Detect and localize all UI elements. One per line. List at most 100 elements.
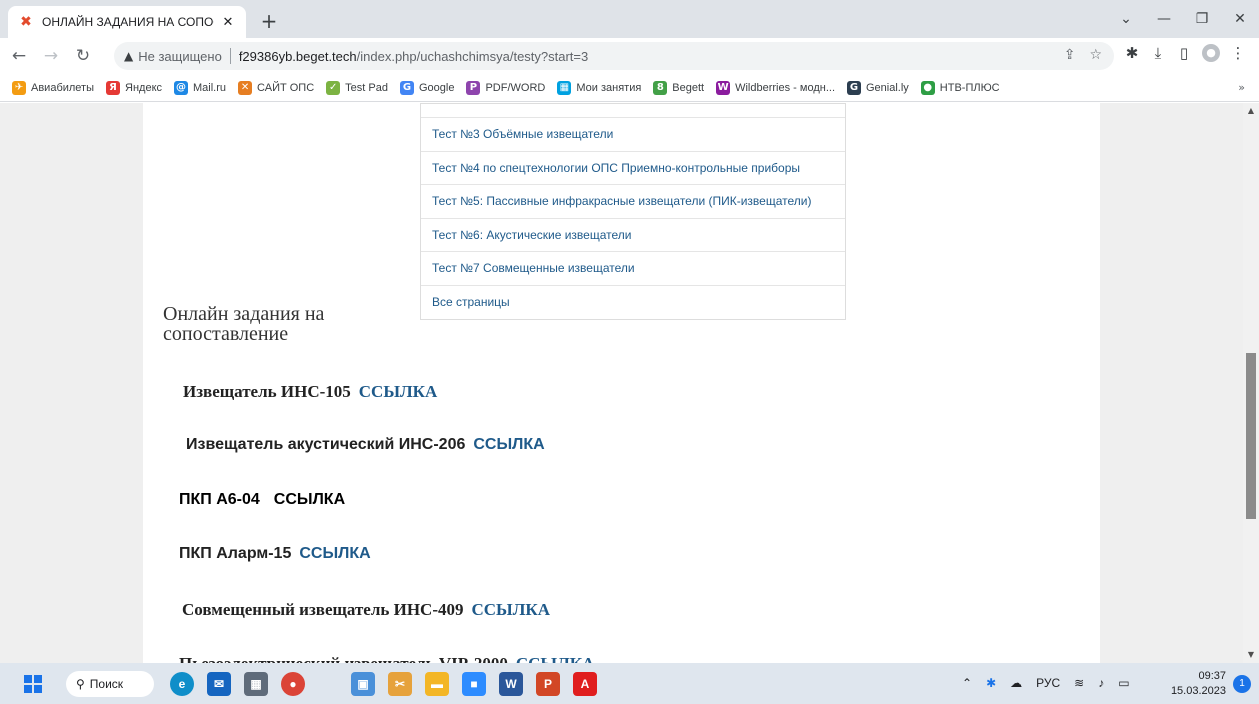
task-link[interactable]: ССЫЛКА <box>359 382 438 401</box>
tab-close-icon[interactable]: ✕ <box>220 15 236 30</box>
task-link[interactable]: ССЫЛКА <box>274 491 345 508</box>
word-icon[interactable]: W <box>499 672 523 696</box>
menu-item-test-6[interactable]: Тест №6: Акустические извещатели <box>421 219 845 252</box>
language-indicator[interactable]: РУС <box>1036 676 1060 690</box>
forward-arrow-icon[interactable]: → <box>38 43 64 69</box>
bookmark-label: PDF/WORD <box>485 81 546 94</box>
menu-kebab-icon[interactable]: ⋮ <box>1230 44 1246 62</box>
calculator-icon[interactable]: ▦ <box>244 672 268 696</box>
toolbar-icons: ✱ ⤓ ▯ ● ⋮ <box>1124 44 1246 62</box>
task-name: ПКП А6-04 <box>179 491 260 508</box>
menu-item-test-7[interactable]: Тест №7 Совмещенные извещатели <box>421 252 845 286</box>
bookmark-star-icon[interactable]: ☆ <box>1089 47 1102 63</box>
vertical-scrollbar[interactable]: ▲ ▼ <box>1243 103 1259 663</box>
address-bar[interactable]: ▲ Не защищено f29386yb.beget.tech /index… <box>114 42 1114 70</box>
menu-item-all-pages[interactable]: Все страницы <box>421 286 845 320</box>
scroll-up-arrow-icon[interactable]: ▲ <box>1243 103 1259 119</box>
close-window-icon[interactable]: ✕ <box>1221 0 1259 38</box>
menu-item-test-3[interactable]: Тест №3 Объёмные извещатели <box>421 118 845 152</box>
bookmark-label: САЙТ ОПС <box>257 81 315 94</box>
bookmark-item[interactable]: 8 Begett <box>653 80 704 95</box>
tray-expand-icon[interactable]: ⌃ <box>962 676 972 690</box>
snipping-tool-icon[interactable]: ✂ <box>388 672 412 696</box>
bookmark-item[interactable]: ✈ Авиабилеты <box>12 80 94 95</box>
task-row: ПКП А6-04 ССЫЛКА <box>179 491 345 509</box>
new-tab-button[interactable]: + <box>256 8 282 34</box>
task-row: Совмещенный извещатель ИНС-409 ССЫЛКА <box>182 600 550 620</box>
bookmark-item[interactable]: ✕ САЙТ ОПС <box>238 80 315 95</box>
taskbar-apps: e ✉ ▦ ● ▣ ✂ ▬ ■ W P A <box>170 672 597 696</box>
zoom-icon[interactable]: ■ <box>462 672 486 696</box>
taskbar-search[interactable]: ⚲ Поиск <box>66 671 154 697</box>
tab-search-icon[interactable]: ⌄ <box>1107 0 1145 38</box>
bookmark-label: Google <box>418 81 455 94</box>
wifi-icon[interactable]: ≋ <box>1074 676 1084 690</box>
bookmark-label: Мои занятия <box>576 81 642 94</box>
task-row: ПКП Аларм-15 ССЫЛКА <box>179 545 371 563</box>
tab-strip: ✖ ОНЛАЙН ЗАДАНИЯ НА СОПОС ✕ + ⌄ — ❐ ✕ <box>0 0 1259 38</box>
back-arrow-icon[interactable]: ← <box>6 43 32 69</box>
bookmark-favicon-icon: ✕ <box>238 80 253 95</box>
volume-icon[interactable]: ♪ <box>1098 676 1104 690</box>
bookmark-item[interactable]: G Genial.ly <box>847 80 909 95</box>
mail-icon[interactable]: ✉ <box>207 672 231 696</box>
task-link[interactable]: ССЫЛКА <box>473 436 544 453</box>
reload-icon[interactable]: ↻ <box>70 43 96 69</box>
bookmark-item[interactable]: ✓ Test Pad <box>326 80 388 95</box>
browser-window: ✖ ОНЛАЙН ЗАДАНИЯ НА СОПОС ✕ + ⌄ — ❐ ✕ ← … <box>0 0 1259 704</box>
menu-clipped-item[interactable] <box>421 104 845 118</box>
task-link[interactable]: ССЫЛКА <box>472 600 551 619</box>
edge-icon[interactable]: e <box>170 672 194 696</box>
window-controls: ⌄ — ❐ ✕ <box>1107 0 1259 38</box>
windows-start-icon[interactable] <box>24 675 42 693</box>
menu-item-test-4[interactable]: Тест №4 по спецтехнологии ОПС Приемно-ко… <box>421 152 845 185</box>
taskbar-clock[interactable]: 09:37 15.03.2023 <box>1170 669 1226 699</box>
bookmarks-bar: ✈ Авиабилеты Я Яндекс @ Mail.ru ✕ САЙТ ОПС ✓ Test… <box>0 74 1259 102</box>
download-icon[interactable]: ⤓ <box>1150 44 1166 62</box>
clock-time: 09:37 <box>1198 670 1226 682</box>
powerpoint-icon[interactable]: P <box>536 672 560 696</box>
bookmark-item[interactable]: P PDF/WORD <box>466 80 546 95</box>
file-explorer-icon[interactable]: ▬ <box>425 672 449 696</box>
windows-taskbar: ⚲ Поиск e ✉ ▦ ● ▣ ✂ ▬ ■ W P A ⌃ ✱ ☁ РУС … <box>0 663 1259 704</box>
restore-icon[interactable]: ❐ <box>1183 0 1221 38</box>
task-row: Извещатель ИНС-105 ССЫЛКА <box>183 382 437 402</box>
bookmark-item[interactable]: @ Mail.ru <box>174 80 226 95</box>
minimize-icon[interactable]: — <box>1145 0 1183 38</box>
bookmark-favicon-icon: ✈ <box>12 80 26 95</box>
bookmark-item[interactable]: G Google <box>399 80 455 95</box>
menu-item-test-5[interactable]: Тест №5: Пассивные инфракрасные извещате… <box>421 185 845 219</box>
scroll-thumb[interactable] <box>1246 353 1256 519</box>
task-link[interactable]: ССЫЛКА <box>299 545 370 562</box>
page-viewport: Тест №3 Объёмные извещатели Тест №4 по с… <box>0 103 1259 663</box>
insecure-label: Не защищено <box>138 48 222 64</box>
bookmark-item[interactable]: ● НТВ-ПЛЮС <box>920 80 1000 95</box>
bookmark-favicon-icon: Я <box>106 80 121 95</box>
clock-date: 15.03.2023 <box>1170 685 1226 697</box>
bookmark-item[interactable]: W Wildberries - модн... <box>716 80 835 95</box>
warning-triangle-icon: ▲ <box>124 49 134 63</box>
cloud-icon[interactable]: ☁ <box>1010 676 1022 690</box>
task-name: Совмещенный извещатель ИНС-409 <box>182 600 464 619</box>
battery-icon[interactable]: ▭ <box>1118 676 1129 690</box>
system-tray: ⌃ ✱ ☁ РУС ≋ ♪ ▭ <box>962 676 1130 690</box>
bookmarks-overflow-icon[interactable]: » <box>1238 81 1245 94</box>
notification-badge[interactable]: 1 <box>1233 675 1251 693</box>
control-panel-icon[interactable]: ▣ <box>351 672 375 696</box>
bluetooth-icon[interactable]: ✱ <box>986 676 996 690</box>
scroll-down-arrow-icon[interactable]: ▼ <box>1243 647 1259 663</box>
bookmark-label: Яндекс <box>125 81 163 94</box>
extensions-puzzle-icon[interactable]: ✱ <box>1124 44 1140 62</box>
bookmark-favicon-icon: G <box>847 80 861 95</box>
share-icon[interactable]: ⇪ <box>1064 47 1076 63</box>
tab-active[interactable]: ✖ ОНЛАЙН ЗАДАНИЯ НА СОПОС ✕ <box>8 6 246 38</box>
profile-avatar-icon[interactable]: ● <box>1202 44 1220 62</box>
task-link[interactable]: ССЫЛКА <box>516 654 595 663</box>
acrobat-icon[interactable]: A <box>573 672 597 696</box>
bookmark-item[interactable]: ▦ Мои занятия <box>557 80 642 95</box>
bookmark-favicon-icon: ✓ <box>326 80 341 95</box>
side-panel-icon[interactable]: ▯ <box>1176 44 1192 62</box>
url-host: f29386yb.beget.tech <box>238 48 357 64</box>
chrome-icon[interactable]: ● <box>281 672 305 696</box>
bookmark-item[interactable]: Я Яндекс <box>106 80 163 95</box>
